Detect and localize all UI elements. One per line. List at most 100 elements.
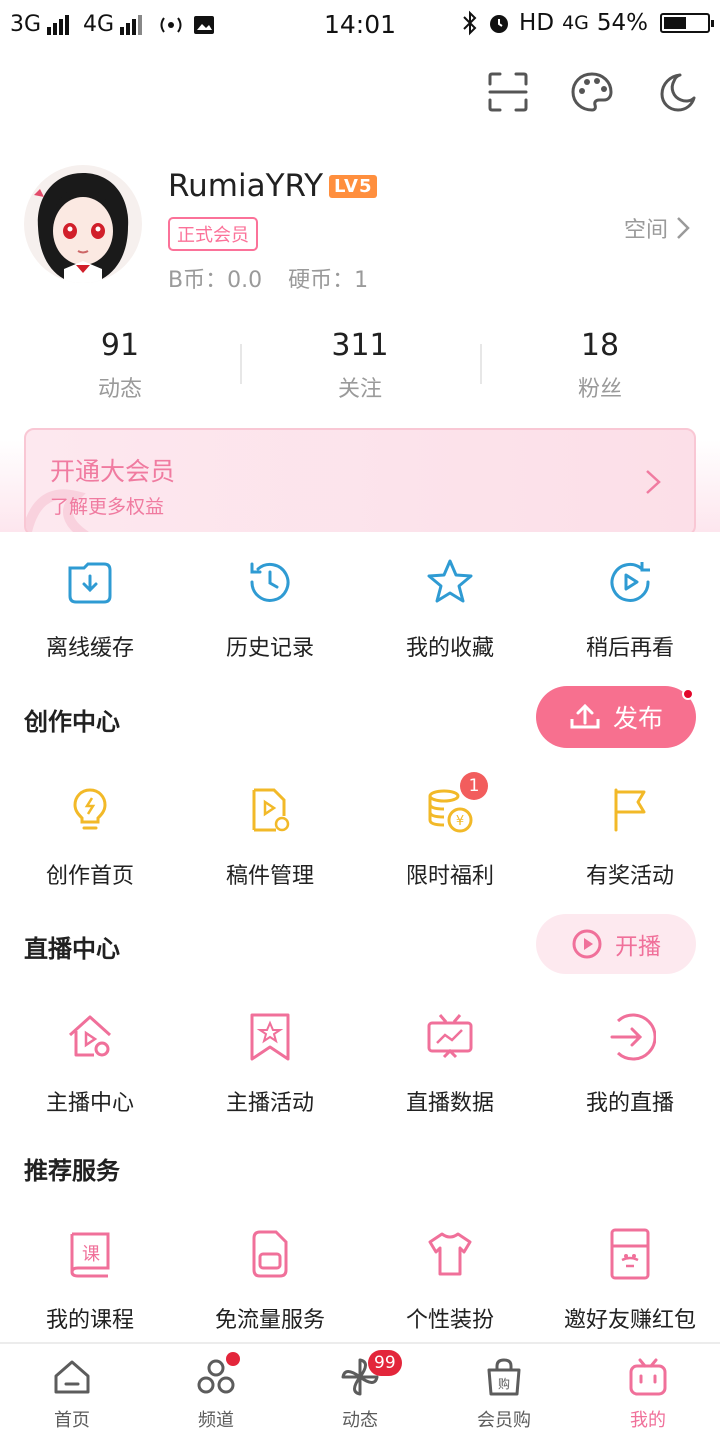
battery-percent: 54% — [596, 10, 648, 36]
services-title: 推荐服务 — [24, 1157, 120, 1185]
stat-label: 动态 — [97, 377, 142, 402]
nav-label: 动态 — [342, 1410, 378, 1431]
status-bar: 3G 4G 14:01 HD 4G 54% — [0, 0, 720, 52]
avatar-illustration — [34, 173, 129, 283]
stat-label: 粉丝 — [577, 377, 622, 402]
start-live-label: 开播 — [615, 934, 661, 960]
nav-home[interactable]: 首页 — [0, 1344, 144, 1440]
svg-text:课: 课 — [82, 1244, 100, 1265]
notification-dot — [682, 688, 694, 700]
publish-button[interactable]: 发布 — [536, 686, 696, 748]
creation-label: 稿件管理 — [225, 864, 314, 889]
manuscript-management[interactable]: 稿件管理 — [180, 784, 360, 890]
quick-action-label: 稍后再看 — [585, 636, 674, 661]
personal-dressup[interactable]: 个性装扮 — [360, 1228, 540, 1334]
enter-arrow-icon — [610, 1013, 656, 1061]
start-live-button[interactable]: 开播 — [536, 914, 696, 974]
service-label: 邀好友赚红包 — [563, 1308, 696, 1333]
creation-label: 限时福利 — [405, 864, 494, 889]
nav-member-shop[interactable]: 购 会员购 — [432, 1344, 576, 1440]
service-label: 我的课程 — [45, 1308, 134, 1333]
moon-icon[interactable] — [654, 70, 698, 114]
bluetooth-icon — [463, 10, 477, 36]
streamer-home-icon — [68, 1015, 112, 1057]
my-live[interactable]: 我的直播 — [540, 1011, 720, 1117]
creation-label: 创作首页 — [45, 864, 134, 889]
tshirt-icon — [428, 1232, 472, 1276]
tv-face-icon — [629, 1358, 667, 1396]
chevron-right-icon — [646, 470, 661, 494]
space-link[interactable]: 空间 — [624, 212, 690, 244]
live-label: 直播数据 — [405, 1091, 494, 1116]
quick-action-watch-later[interactable]: 稍后再看 — [540, 556, 720, 662]
live-label: 主播中心 — [45, 1091, 134, 1116]
star-icon — [427, 559, 473, 603]
download-folder-icon — [68, 562, 112, 604]
bottom-navigation: 首页 频道 99 动态 购 会员购 我的 — [0, 1342, 720, 1440]
nav-channel[interactable]: 频道 — [144, 1344, 288, 1440]
alarm-icon — [490, 15, 509, 33]
welfare-badge: 1 — [460, 772, 488, 800]
course-book-icon: 课 — [70, 1232, 110, 1278]
free-data-service[interactable]: 免流量服务 — [180, 1228, 360, 1334]
my-courses[interactable]: 课 我的课程 — [0, 1228, 180, 1334]
avatar[interactable] — [24, 165, 142, 283]
vip-banner-title: 开通大会员 — [50, 457, 176, 486]
quick-action-label: 我的收藏 — [405, 636, 494, 661]
stat-following[interactable]: 311 关注 — [240, 328, 480, 403]
space-link-label: 空间 — [623, 218, 668, 243]
watch-later-icon — [610, 562, 650, 602]
nav-dynamics[interactable]: 99 动态 — [288, 1344, 432, 1440]
limited-welfare[interactable]: ¥ 1 限时福利 — [360, 772, 540, 890]
shopping-bag-icon: 购 — [487, 1358, 521, 1396]
streamer-events[interactable]: 主播活动 — [180, 1011, 360, 1117]
creation-home[interactable]: 创作首页 — [0, 784, 180, 890]
live-center-title: 直播中心 — [24, 935, 120, 963]
coin-balance: 硬币：1 — [288, 268, 369, 293]
network-label-4g-2: 4G — [562, 12, 589, 34]
palette-icon[interactable] — [570, 70, 614, 114]
reward-events[interactable]: 有奖活动 — [540, 784, 720, 890]
scan-icon[interactable] — [486, 70, 530, 114]
quick-action-favorites[interactable]: 我的收藏 — [360, 556, 540, 662]
nav-label: 我的 — [630, 1410, 666, 1431]
invite-friends[interactable]: 邀好友赚红包 — [540, 1228, 720, 1334]
creation-grid: 创作首页 稿件管理 ¥ 1 限时福利 有奖活动 — [0, 772, 720, 890]
top-actions — [486, 70, 698, 114]
quick-action-offline-cache[interactable]: 离线缓存 — [0, 556, 180, 662]
svg-text:¥: ¥ — [456, 814, 464, 829]
service-label: 个性装扮 — [405, 1308, 494, 1333]
upload-icon — [570, 703, 600, 729]
publish-label: 发布 — [612, 704, 663, 733]
flag-icon — [614, 788, 646, 832]
red-envelope-icon — [610, 1228, 650, 1280]
stat-fans[interactable]: 18 粉丝 — [480, 328, 720, 403]
live-label: 我的直播 — [585, 1091, 674, 1116]
stat-dynamics[interactable]: 91 动态 — [0, 328, 240, 403]
stat-value: 91 — [100, 328, 140, 363]
lightbulb-icon — [73, 788, 107, 830]
quick-actions: 离线缓存 历史记录 我的收藏 稍后再看 — [0, 556, 720, 662]
quick-action-history[interactable]: 历史记录 — [180, 556, 360, 662]
live-data[interactable]: 直播数据 — [360, 1011, 540, 1117]
quick-action-label: 历史记录 — [225, 636, 314, 661]
live-label: 主播活动 — [225, 1091, 314, 1116]
creation-center-title: 创作中心 — [24, 708, 120, 736]
level-badge: LV5 — [329, 174, 378, 198]
manuscript-icon — [252, 788, 290, 832]
username: RumiaYRY — [168, 168, 324, 204]
live-grid: 主播中心 主播活动 直播数据 我的直播 — [0, 1011, 720, 1117]
dynamics-count-badge: 99 — [368, 1350, 402, 1376]
notification-dot — [226, 1352, 240, 1366]
bookmark-star-icon — [250, 1013, 290, 1061]
tv-chart-icon — [427, 1014, 473, 1059]
play-circle-icon — [572, 929, 602, 959]
hd-label: HD — [519, 10, 555, 36]
streamer-center[interactable]: 主播中心 — [0, 1011, 180, 1117]
svg-text:购: 购 — [498, 1376, 510, 1391]
nav-label: 频道 — [198, 1410, 234, 1431]
stat-value: 18 — [580, 328, 620, 363]
vip-banner[interactable]: 开通大会员 了解更多权益 — [24, 428, 696, 536]
nav-label: 会员购 — [477, 1410, 531, 1431]
nav-mine[interactable]: 我的 — [576, 1344, 720, 1440]
